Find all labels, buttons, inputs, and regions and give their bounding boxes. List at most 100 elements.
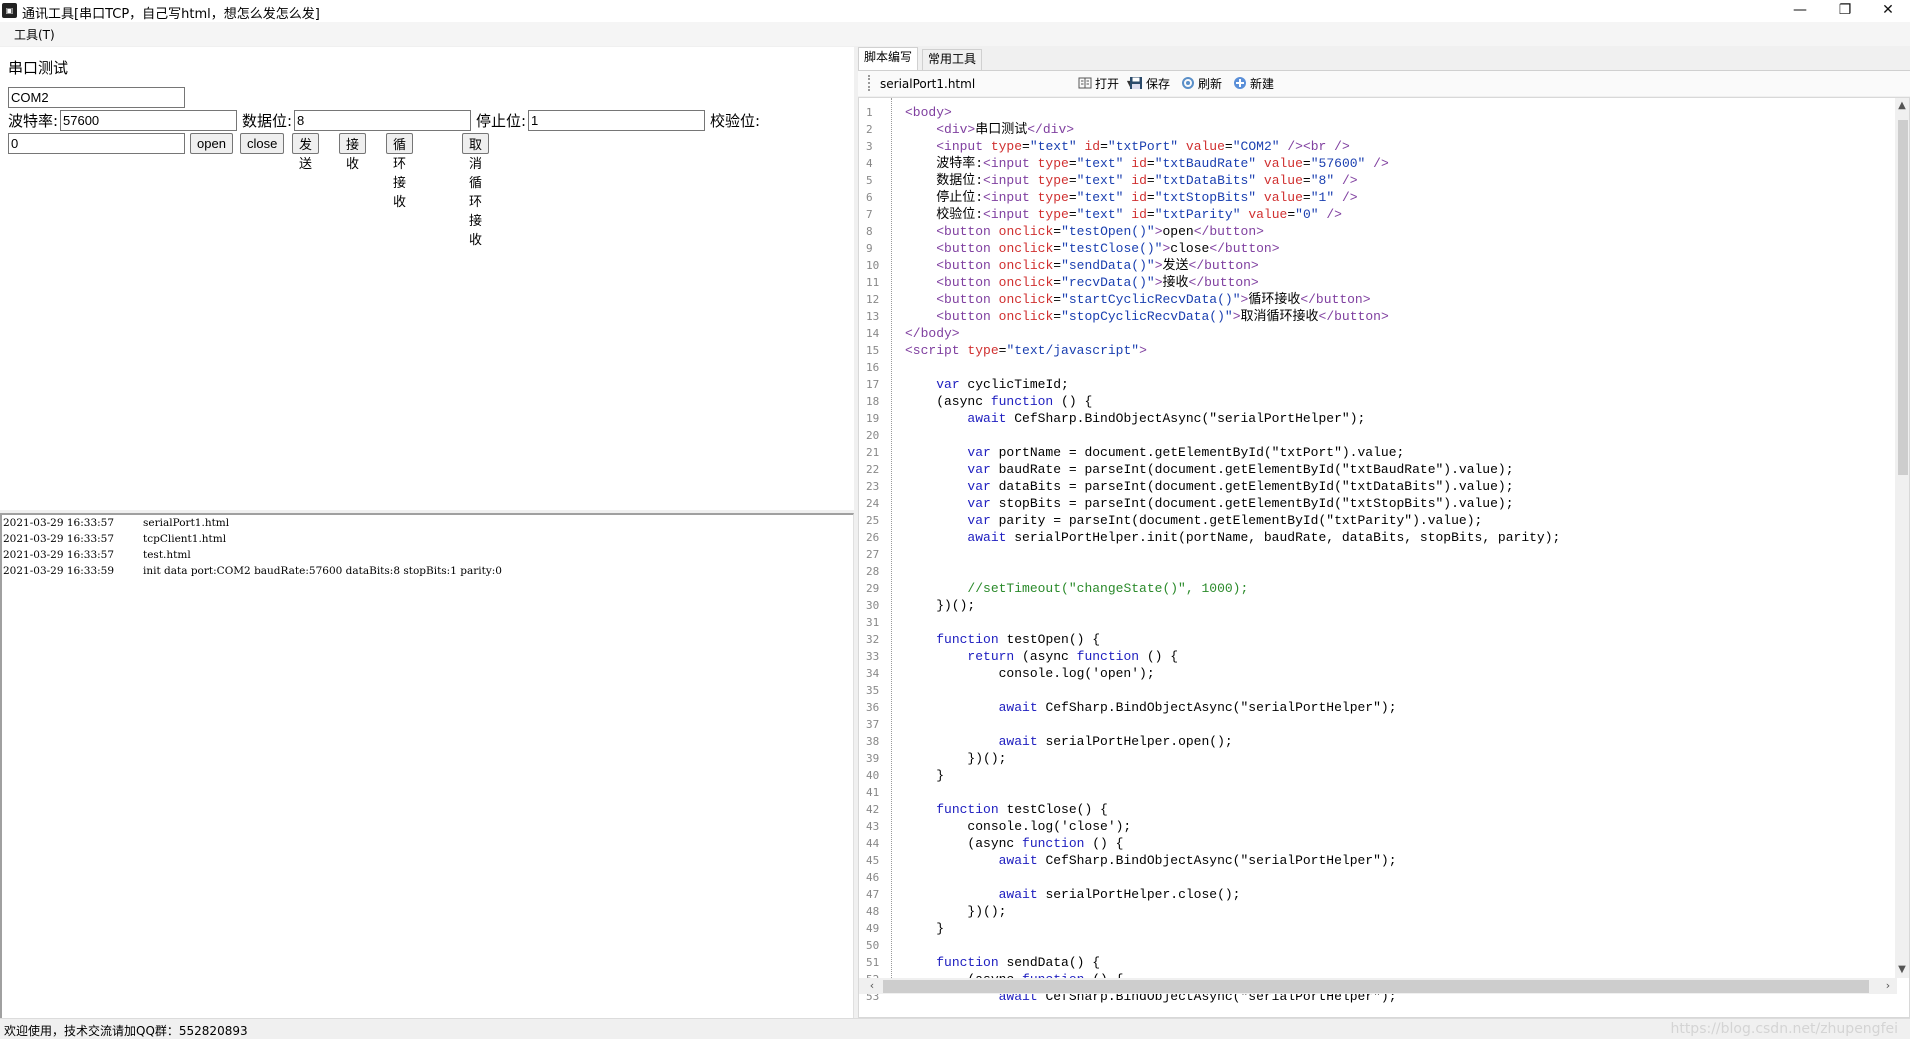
close-port-button[interactable]: close xyxy=(240,133,285,154)
code-token-plain: = xyxy=(1068,156,1077,171)
code-token-plain: CefSharp.BindObjectAsync("serialPortHelp… xyxy=(1037,853,1397,868)
open-button[interactable]: open xyxy=(190,133,233,154)
code-token-kw: await xyxy=(998,734,1038,749)
code-token-tag: <button xyxy=(936,224,999,239)
code-token-plain: (async xyxy=(1014,649,1077,664)
code-token-plain: = xyxy=(1146,207,1155,222)
log-list[interactable]: 2021-03-29 16:33:57 serialPort1.html 202… xyxy=(0,513,854,1018)
stopbits-input[interactable] xyxy=(528,110,705,131)
code-token-plain: })(); xyxy=(905,751,1007,766)
code-token-plain: = xyxy=(1053,292,1062,307)
code-token-plain: cyclicTimeId; xyxy=(959,377,1069,392)
tab-script-editor[interactable]: 脚本编写 xyxy=(858,47,919,70)
line-number: 7 xyxy=(866,208,873,221)
code-token-tag: </button> xyxy=(1209,241,1280,256)
code-token-attr: onclick xyxy=(998,224,1054,239)
code-line: })(); xyxy=(905,750,1006,767)
code-token-plain: = xyxy=(1302,173,1311,188)
close-button[interactable]: ✕ xyxy=(1866,0,1910,22)
parity-input[interactable] xyxy=(8,133,185,154)
cancel-cyclic-receive-button[interactable]: 取消循环接收 xyxy=(462,133,490,247)
code-line: } xyxy=(905,767,944,784)
code-token-tag: <input xyxy=(983,173,1038,188)
menu-item-tools[interactable]: 工具(T) xyxy=(14,26,55,43)
line-number: 44 xyxy=(866,837,880,850)
code-token-val: "sendData()" xyxy=(1061,258,1155,273)
port-input[interactable] xyxy=(8,87,185,108)
code-token-val: "testClose()" xyxy=(1061,241,1163,256)
line-number: 40 xyxy=(866,769,880,782)
code-token-kw: await xyxy=(998,700,1038,715)
receive-button[interactable]: 接收 xyxy=(339,133,367,171)
new-file-button[interactable]: 新建 xyxy=(1233,74,1274,94)
code-line: await serialPortHelper.close(); xyxy=(905,886,1241,903)
code-token-plain: sendData() { xyxy=(998,955,1101,970)
code-line: <script type="text/javascript"> xyxy=(905,342,1147,359)
baud-input[interactable] xyxy=(60,110,237,131)
horizontal-scroll-thumb[interactable] xyxy=(883,980,1869,993)
code-token-attr: id xyxy=(1131,190,1147,205)
line-number: 41 xyxy=(866,786,880,799)
code-token-tag: > xyxy=(1154,258,1163,273)
line-number: 24 xyxy=(866,497,880,510)
vertical-scroll-thumb[interactable] xyxy=(1898,120,1908,475)
vertical-scrollbar[interactable]: ▲ ▼ xyxy=(1895,98,1909,978)
line-number: 31 xyxy=(866,616,880,629)
code-token-attr: value xyxy=(1185,139,1225,154)
line-number: 38 xyxy=(866,735,880,748)
code-token-tag: /> xyxy=(1341,190,1358,205)
watermark: https://blog.csdn.net/zhupengfei xyxy=(1670,1021,1898,1037)
code-line: (async function () { xyxy=(905,835,1123,852)
line-number: 19 xyxy=(866,412,880,425)
save-icon xyxy=(1129,76,1143,90)
refresh-button[interactable]: 刷新 xyxy=(1181,74,1222,94)
code-token-kw: function xyxy=(936,955,999,970)
code-token-plain: stopBits = parseInt(document.getElementB… xyxy=(990,496,1514,511)
code-line: 波特率:<input type="text" id="txtBaudRate" … xyxy=(905,155,1389,172)
scroll-down-icon[interactable]: ▼ xyxy=(1895,962,1909,978)
line-number: 22 xyxy=(866,463,880,476)
code-token-plain: = xyxy=(1224,139,1233,154)
code-token-val: "text" xyxy=(1076,173,1132,188)
code-token-val: "txtDataBits" xyxy=(1154,173,1264,188)
code-token-tag: </button> xyxy=(1318,309,1389,324)
minimize-button[interactable]: — xyxy=(1778,0,1822,22)
code-line: await serialPortHelper.init(portName, ba… xyxy=(905,529,1560,546)
line-number: 26 xyxy=(866,531,880,544)
toolbar-grip[interactable] xyxy=(868,75,870,91)
code-line: 校验位:<input type="text" id="txtParity" va… xyxy=(905,206,1342,223)
horizontal-scrollbar[interactable]: ‹ › xyxy=(859,978,1897,994)
code-line: <body> xyxy=(905,104,952,121)
line-number: 1 xyxy=(866,106,873,119)
open-file-button[interactable]: 打开 xyxy=(1078,74,1119,94)
restore-button[interactable]: ❐ xyxy=(1823,0,1867,22)
code-token-tag: > xyxy=(1154,275,1163,290)
line-number: 50 xyxy=(866,939,880,952)
tab-common-tools[interactable]: 常用工具 xyxy=(922,49,983,70)
save-button[interactable]: 保存 xyxy=(1129,74,1170,94)
code-line: <button onclick="testClose()">close</but… xyxy=(905,240,1280,257)
code-token-val: "text" xyxy=(1076,207,1132,222)
send-button[interactable]: 发送 xyxy=(292,133,320,171)
code-editor[interactable]: 1 2 3 4 5 6 7 8 9 10 11 12 13 14 15 16 17 18 19 20 21 22 23 24 2… xyxy=(858,97,1910,1018)
cyclic-receive-button[interactable]: 循环接收 xyxy=(386,133,414,209)
code-token-plain: open xyxy=(1162,224,1194,239)
scroll-right-icon[interactable]: › xyxy=(1879,978,1897,994)
code-token-tag: <script xyxy=(905,343,968,358)
status-bar: 欢迎使用，技术交流请加QQ群：552820893 https://blog.cs… xyxy=(0,1018,1910,1039)
code-token-tag: > xyxy=(1232,309,1241,324)
line-number: 34 xyxy=(866,667,880,680)
code-token-kw: var xyxy=(967,462,991,477)
databits-input[interactable] xyxy=(294,110,471,131)
code-token-attr: type xyxy=(1037,190,1069,205)
line-number: 17 xyxy=(866,378,880,391)
scroll-up-icon[interactable]: ▲ xyxy=(1895,98,1909,114)
code-token-kw: var xyxy=(967,496,991,511)
line-number: 14 xyxy=(866,327,880,340)
scroll-left-icon[interactable]: ‹ xyxy=(863,978,881,994)
code-line: await serialPortHelper.open(); xyxy=(905,733,1233,750)
fold-guide xyxy=(891,98,892,978)
